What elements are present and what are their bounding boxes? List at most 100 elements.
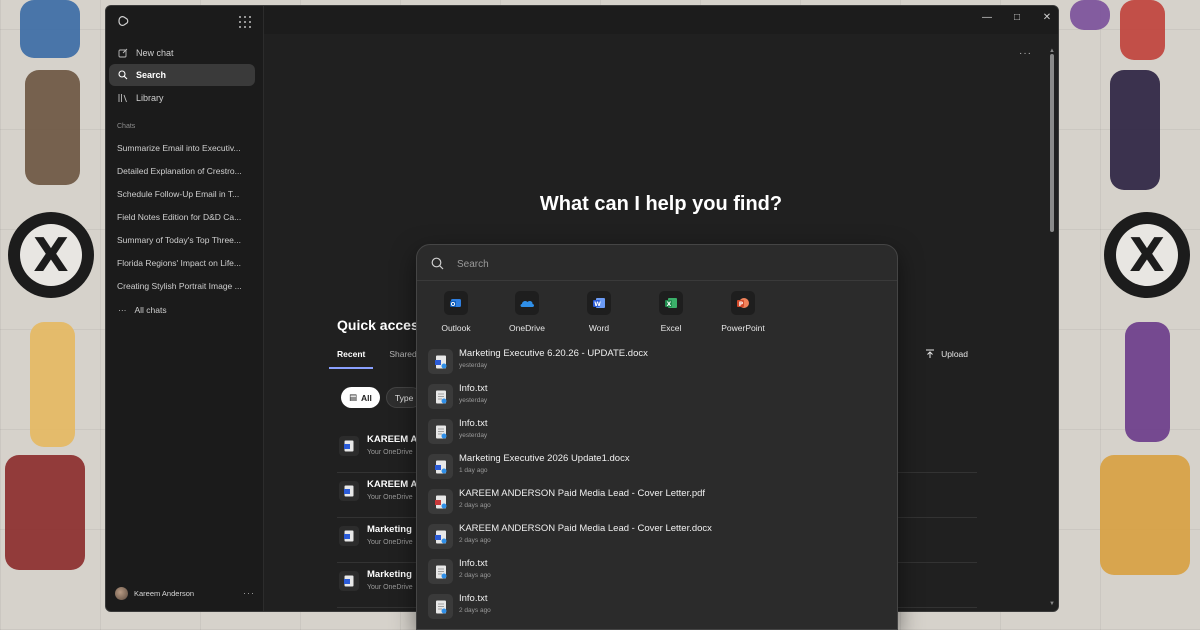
file-name: Marketing xyxy=(367,524,412,535)
files-icon: ▤ xyxy=(349,392,358,402)
nav-label: Library xyxy=(136,93,164,103)
window-controls: — □ ✕ xyxy=(982,12,1052,23)
quick-access-title: Quick acces xyxy=(337,317,419,333)
nav-new-chat[interactable]: New chat xyxy=(109,42,255,64)
app-label: Excel xyxy=(660,323,682,333)
wallpaper-character-art xyxy=(30,322,75,447)
chat-item[interactable]: Detailed Explanation of Crestro... xyxy=(117,166,247,176)
search-input[interactable] xyxy=(457,255,857,273)
result-time: 2 days ago xyxy=(459,572,491,579)
tab-shared[interactable]: Shared xyxy=(389,349,416,369)
user-profile[interactable]: Kareem Anderson ··· xyxy=(115,585,255,601)
wallpaper-character-art xyxy=(1110,70,1160,190)
search-result[interactable]: Info.txt yesterday xyxy=(428,415,888,448)
app-onedrive[interactable]: OneDrive xyxy=(497,291,557,333)
app-outlook[interactable]: Outlook xyxy=(426,291,486,333)
app-launcher-icon[interactable] xyxy=(239,16,251,28)
more-options-icon[interactable]: ··· xyxy=(243,588,255,598)
excel-icon: X xyxy=(659,291,683,315)
wallpaper-character-art xyxy=(5,455,85,570)
result-name: KAREEM ANDERSON Paid Media Lead - Cover … xyxy=(459,488,706,499)
scroll-down-icon[interactable]: ▼ xyxy=(1049,601,1055,607)
word-file-icon xyxy=(339,436,359,456)
copilot-logo-icon[interactable] xyxy=(116,14,130,28)
chat-item[interactable]: Summarize Email into Executiv... xyxy=(117,143,247,153)
edit-icon xyxy=(118,48,128,58)
user-name: Kareem Anderson xyxy=(134,588,195,598)
word-file-icon xyxy=(339,481,359,501)
sidebar: New chat Search Library Chats Summarize … xyxy=(106,6,264,611)
search-popup: Outlook OneDrive W Word X Excel P PowerP… xyxy=(416,244,898,630)
result-name: Marketing Executive 6.20.26 - UPDATE.doc… xyxy=(459,348,648,359)
close-icon[interactable]: ✕ xyxy=(1042,12,1052,23)
search-result[interactable]: KAREEM ANDERSON Paid Media Lead - Cover … xyxy=(428,485,888,518)
onedrive-icon xyxy=(515,291,539,315)
maximize-icon[interactable]: □ xyxy=(1012,12,1022,23)
search-result[interactable]: Info.txt 2 days ago xyxy=(428,555,888,588)
result-time: yesterday xyxy=(459,362,488,369)
app-word[interactable]: W Word xyxy=(569,291,629,333)
wallpaper-character-art xyxy=(1100,455,1190,575)
nav-label: Search xyxy=(136,70,167,80)
text-file-icon xyxy=(428,419,453,444)
sidebar-header xyxy=(116,14,253,32)
text-file-icon xyxy=(428,594,453,619)
scroll-up-icon[interactable]: ▲ xyxy=(1049,48,1055,54)
word-file-icon xyxy=(339,571,359,591)
result-time: 2 days ago xyxy=(459,607,491,614)
file-name: KAREEM A xyxy=(367,434,418,445)
chip-label: Type xyxy=(394,392,414,403)
svg-text:P: P xyxy=(739,301,744,308)
app-powerpoint[interactable]: P PowerPoint xyxy=(713,291,773,333)
search-result[interactable]: Info.txt yesterday xyxy=(428,380,888,413)
app-label: PowerPoint xyxy=(721,323,765,333)
chat-item[interactable]: Field Notes Edition for D&D Ca... xyxy=(117,212,247,222)
all-chats-label: All chats xyxy=(134,305,167,315)
tab-recent[interactable]: Recent xyxy=(329,349,374,369)
page-title: What can I help you find? xyxy=(539,193,783,215)
app-label: Outlook xyxy=(441,323,471,333)
nav-library[interactable]: Library xyxy=(109,87,255,109)
chat-item[interactable]: Schedule Follow-Up Email in T... xyxy=(117,189,247,199)
search-icon xyxy=(431,257,444,270)
word-icon: W xyxy=(587,291,611,315)
result-name: Info.txt xyxy=(459,558,488,569)
file-location: Your OneDrive xyxy=(367,584,413,591)
search-result[interactable]: Info.txt 2 days ago xyxy=(428,590,888,623)
wallpaper-character-art xyxy=(20,0,80,58)
file-location: Your OneDrive xyxy=(367,494,413,501)
chip-label: All xyxy=(361,392,372,403)
result-time: yesterday xyxy=(459,432,488,439)
svg-text:W: W xyxy=(594,301,601,308)
app-excel[interactable]: X Excel xyxy=(641,291,701,333)
search-result[interactable]: Marketing Executive 6.20.26 - UPDATE.doc… xyxy=(428,345,888,378)
app-label: Word xyxy=(588,323,610,333)
app-shortcuts: Outlook OneDrive W Word X Excel P PowerP… xyxy=(417,291,897,337)
file-location: Your OneDrive xyxy=(367,449,413,456)
scrollbar[interactable] xyxy=(1050,46,1054,566)
upload-icon xyxy=(926,349,935,358)
file-name: KAREEM A xyxy=(367,479,418,490)
search-result[interactable]: KAREEM ANDERSON Paid Media Lead - Cover … xyxy=(428,520,888,553)
title-bar xyxy=(264,6,1058,34)
search-result[interactable]: Marketing Executive 2026 Update1.docx 1 … xyxy=(428,450,888,483)
file-location: Your OneDrive xyxy=(367,539,413,546)
all-chats-link[interactable]: ··· All chats xyxy=(118,305,167,315)
more-options-icon[interactable]: ··· xyxy=(1019,48,1032,59)
result-name: Marketing Executive 2026 Update1.docx xyxy=(459,453,630,464)
minimize-icon[interactable]: — xyxy=(982,12,992,23)
more-dots-icon: ··· xyxy=(118,305,127,315)
nav-search[interactable]: Search xyxy=(109,64,255,86)
word-file-icon xyxy=(428,349,453,374)
word-file-icon xyxy=(428,454,453,479)
chat-item[interactable]: Creating Stylish Portrait Image ... xyxy=(117,281,247,291)
chat-item[interactable]: Summary of Today's Top Three... xyxy=(117,235,247,245)
x-men-logo: X xyxy=(8,212,94,298)
filter-chip-all[interactable]: ▤ All xyxy=(341,387,380,408)
quick-access-tabs: Recent Shared xyxy=(329,349,417,369)
upload-button[interactable]: Upload xyxy=(925,349,968,359)
svg-text:X: X xyxy=(667,301,672,308)
result-name: Info.txt xyxy=(459,593,488,604)
result-time: 1 day ago xyxy=(459,467,488,474)
chat-item[interactable]: Florida Regions' Impact on Life... xyxy=(117,258,247,268)
